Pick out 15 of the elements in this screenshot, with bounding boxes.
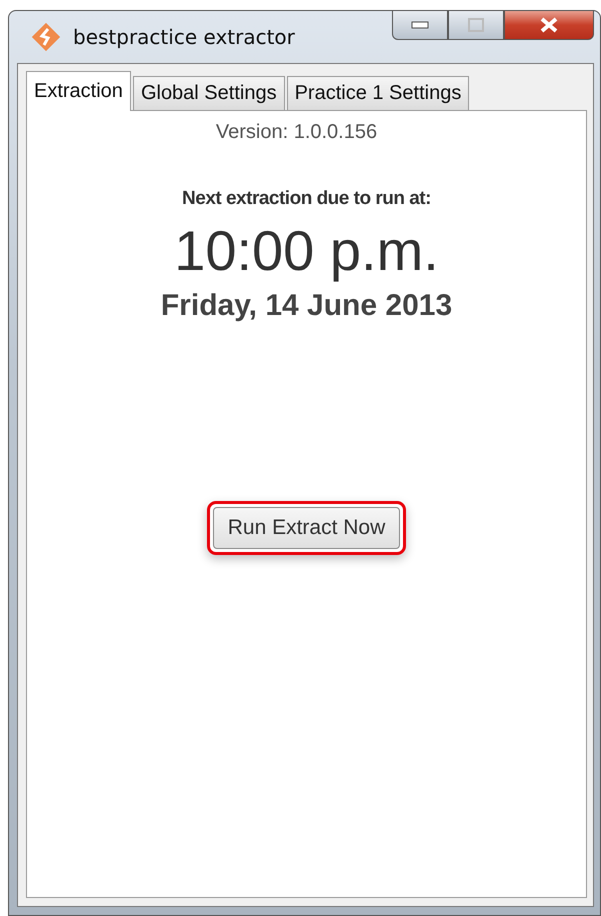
run-extract-button[interactable]: Run Extract Now: [212, 507, 400, 549]
extraction-date: Friday, 14 June 2013: [160, 289, 452, 323]
tab[interactable]: Practice 1 Settings: [286, 76, 470, 110]
tab[interactable]: Extraction: [26, 71, 131, 111]
tab[interactable]: Global Settings: [132, 76, 285, 110]
window-title: bestpractice extractor: [73, 25, 295, 49]
next-extraction-label: Next extraction due to run at:: [182, 188, 431, 210]
minimize-button[interactable]: [392, 10, 448, 40]
close-icon: [539, 17, 559, 33]
close-button[interactable]: [504, 10, 594, 40]
maximize-button[interactable]: [448, 10, 504, 40]
version-label: Version: 1.0.0.156: [216, 121, 378, 144]
extraction-time: 10:00 p.m.: [174, 218, 439, 283]
maximize-icon: [468, 18, 484, 32]
minimize-icon: [411, 21, 429, 29]
